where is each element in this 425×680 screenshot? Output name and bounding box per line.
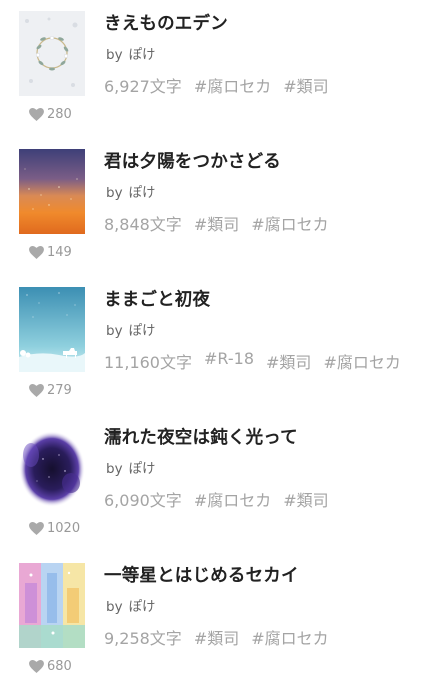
author-by-label: by — [106, 47, 123, 63]
work-title[interactable]: ままごと初夜 — [104, 286, 210, 311]
work-title[interactable]: 君は夕陽をつかさどる — [104, 148, 281, 173]
cover-colorful — [19, 563, 85, 648]
cover-image[interactable] — [19, 11, 85, 96]
work-author[interactable]: by ぽけ — [106, 43, 156, 63]
author-name[interactable]: ぽけ — [129, 461, 156, 477]
tag[interactable]: #類司 — [194, 211, 239, 235]
work-item[interactable]: 279 ままごと初夜 by ぽけ 11,160文字 #R-18 #類司 #腐ロセカ — [0, 276, 425, 414]
char-count: 6,927文字 — [104, 77, 182, 96]
cover-image[interactable] — [19, 287, 85, 372]
heart-icon — [29, 521, 44, 535]
author-by-label: by — [106, 185, 123, 201]
like-count[interactable]: 1020 — [29, 518, 80, 538]
work-meta: 6,927文字 #腐ロセカ #類司 — [104, 73, 341, 97]
heart-icon — [29, 659, 44, 673]
author-by-label: by — [106, 323, 123, 339]
work-item[interactable]: 680 一等星とはじめるセカイ by ぽけ 9,258文字 #類司 #腐ロセカ — [0, 552, 425, 680]
cover-wreath — [19, 11, 85, 96]
tag[interactable]: #R-18 — [204, 349, 254, 373]
tag[interactable]: #腐ロセカ — [323, 349, 400, 373]
like-count-value: 149 — [47, 244, 72, 260]
author-name[interactable]: ぽけ — [129, 47, 156, 63]
tag[interactable]: #腐ロセカ — [251, 211, 328, 235]
char-count: 11,160文字 — [104, 353, 192, 372]
like-count[interactable]: 280 — [29, 104, 72, 124]
work-author[interactable]: by ぽけ — [106, 595, 156, 615]
tag[interactable]: #類司 — [283, 73, 328, 97]
work-meta: 9,258文字 #類司 #腐ロセカ — [104, 625, 341, 649]
tag[interactable]: #類司 — [283, 487, 328, 511]
work-author[interactable]: by ぽけ — [106, 181, 156, 201]
work-item[interactable]: 149 君は夕陽をつかさどる by ぽけ 8,848文字 #類司 #腐ロセカ — [0, 138, 425, 276]
like-count[interactable]: 149 — [29, 242, 72, 262]
author-name[interactable]: ぽけ — [129, 599, 156, 615]
work-title[interactable]: きえものエデン — [104, 10, 228, 35]
work-meta: 11,160文字 #R-18 #類司 #腐ロセカ — [104, 349, 413, 373]
cover-sunset — [19, 149, 85, 234]
work-author[interactable]: by ぽけ — [106, 457, 156, 477]
like-count-value: 280 — [47, 106, 72, 122]
char-count: 6,090文字 — [104, 491, 182, 510]
tag[interactable]: #類司 — [194, 625, 239, 649]
cover-image[interactable] — [19, 563, 85, 648]
work-list: 280 きえものエデン by ぽけ 6,927文字 #腐ロセカ #類司 149 … — [0, 0, 425, 680]
author-name[interactable]: ぽけ — [129, 323, 156, 339]
cover-image[interactable] — [19, 425, 85, 510]
work-meta: 6,090文字 #腐ロセカ #類司 — [104, 487, 341, 511]
like-count-value: 680 — [47, 658, 72, 674]
tag[interactable]: #腐ロセカ — [194, 487, 271, 511]
work-item[interactable]: 1020 濡れた夜空は鈍く光って by ぽけ 6,090文字 #腐ロセカ #類司 — [0, 414, 425, 552]
like-count[interactable]: 279 — [29, 380, 72, 400]
cover-image[interactable] — [19, 149, 85, 234]
heart-icon — [29, 383, 44, 397]
heart-icon — [29, 245, 44, 259]
author-by-label: by — [106, 599, 123, 615]
work-title[interactable]: 一等星とはじめるセカイ — [104, 562, 299, 587]
work-meta: 8,848文字 #類司 #腐ロセカ — [104, 211, 341, 235]
author-name[interactable]: ぽけ — [129, 185, 156, 201]
author-by-label: by — [106, 461, 123, 477]
tag[interactable]: #類司 — [266, 349, 311, 373]
work-author[interactable]: by ぽけ — [106, 319, 156, 339]
tag[interactable]: #腐ロセカ — [251, 625, 328, 649]
like-count[interactable]: 680 — [29, 656, 72, 676]
like-count-value: 1020 — [47, 520, 81, 536]
heart-icon — [29, 107, 44, 121]
like-count-value: 279 — [47, 382, 72, 398]
tag[interactable]: #腐ロセカ — [194, 73, 271, 97]
char-count: 8,848文字 — [104, 215, 182, 234]
work-item[interactable]: 280 きえものエデン by ぽけ 6,927文字 #腐ロセカ #類司 — [0, 0, 425, 138]
cover-snowfield — [19, 287, 85, 372]
work-title[interactable]: 濡れた夜空は鈍く光って — [104, 424, 298, 449]
char-count: 9,258文字 — [104, 629, 182, 648]
cover-nebula — [19, 425, 85, 510]
